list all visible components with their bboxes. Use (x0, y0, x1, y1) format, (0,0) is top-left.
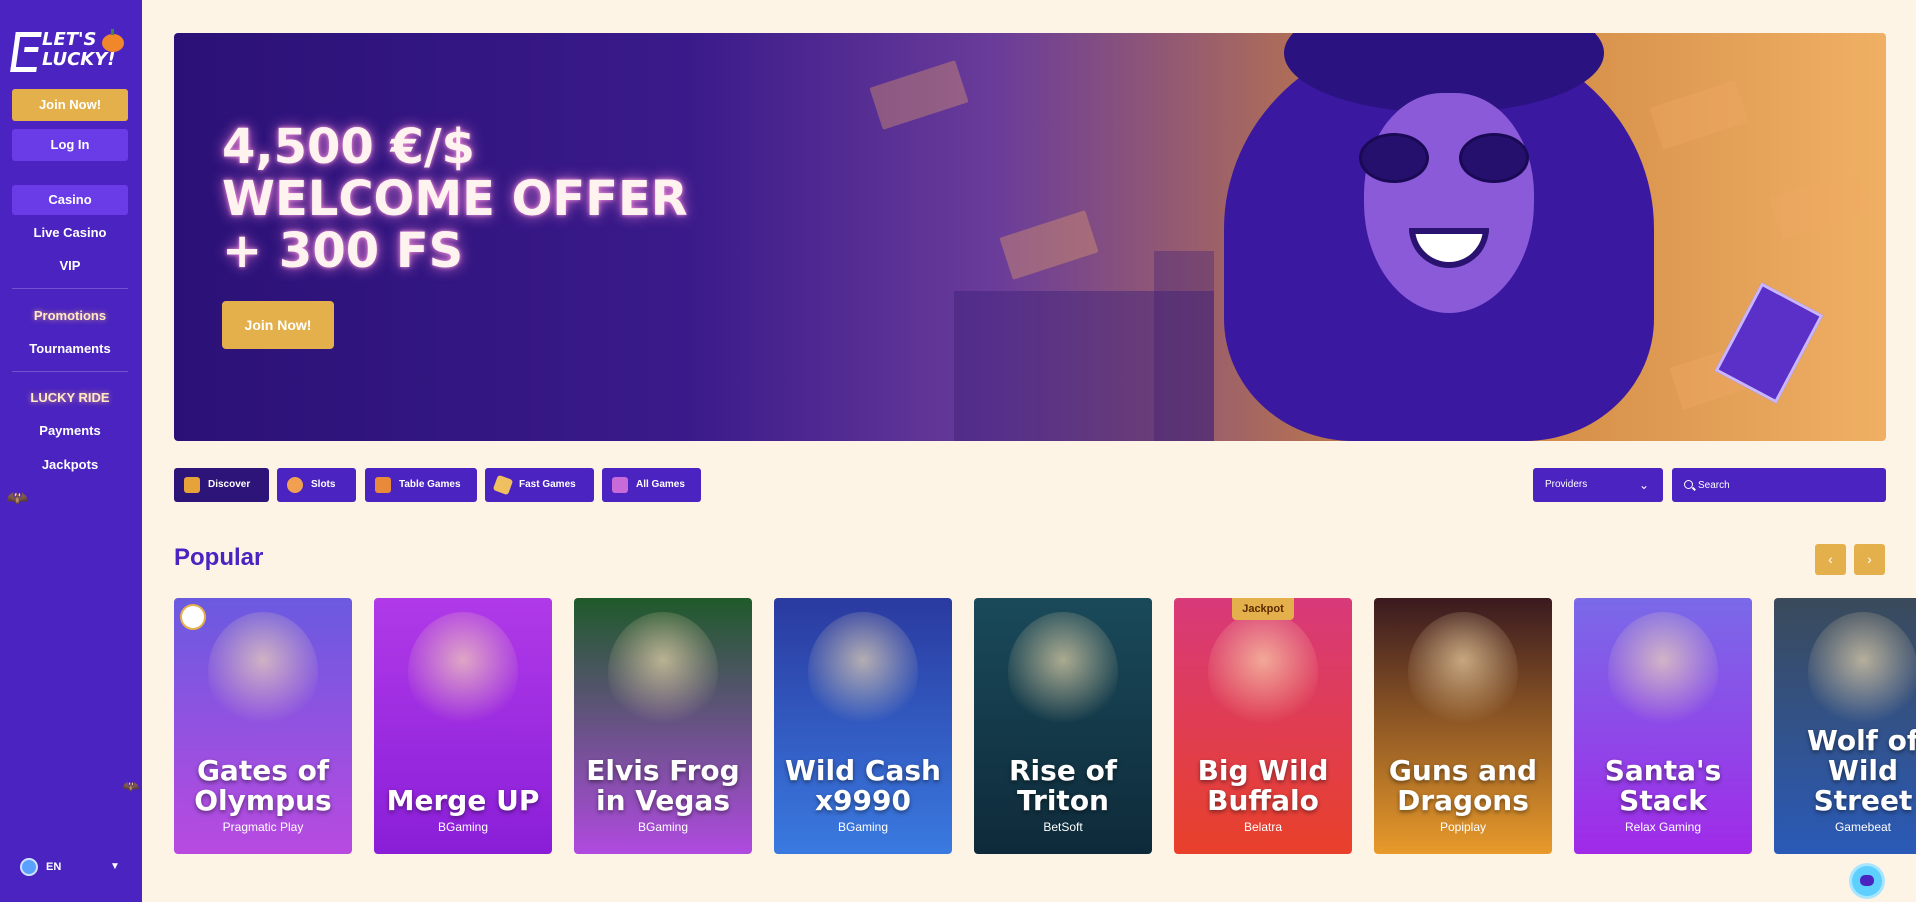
chevron-down-icon: ▼ (110, 861, 120, 872)
search-input[interactable] (1698, 468, 1878, 502)
sidebar-item-promotions[interactable]: Promotions (12, 301, 128, 331)
hero-join-now-button[interactable]: Join Now! (222, 301, 334, 349)
sidebar-divider (12, 288, 128, 289)
chevron-down-icon: ⌄ (1638, 478, 1649, 492)
game-card[interactable]: Merge UP BGaming (374, 598, 552, 854)
globe-icon (20, 858, 38, 876)
game-character-art (808, 612, 918, 732)
logo-mark-icon (10, 32, 42, 72)
banknote-decoration (999, 210, 1099, 280)
game-character-art (1408, 612, 1518, 732)
language-selector[interactable]: EN ▼ (20, 858, 120, 878)
sidebar-item-tournaments[interactable]: Tournaments (12, 334, 128, 364)
pumpkin-icon (102, 29, 124, 52)
banknote-decoration (869, 60, 969, 130)
game-title: Santa's Stack (1604, 754, 1722, 817)
sidebar-item-casino[interactable]: Casino (12, 185, 128, 215)
game-character-art (1808, 612, 1916, 732)
filter-discover[interactable]: Discover (174, 468, 269, 502)
hero-line-2: WELCOME OFFER (222, 171, 688, 227)
game-title: Rise of Triton (1009, 754, 1117, 817)
chat-support-button[interactable] (1852, 866, 1882, 896)
game-character-art (1208, 612, 1318, 732)
providers-dropdown[interactable]: Providers ⌄ (1533, 468, 1663, 502)
filter-slots[interactable]: Slots (277, 468, 356, 502)
sidebar: LET'S LUCKY! Join Now! Log In Casino Liv… (0, 0, 142, 902)
promo-badge-icon (180, 604, 206, 630)
game-title: Guns and Dragons (1388, 754, 1538, 817)
game-card[interactable]: Guns and Dragons Popiplay (1374, 598, 1552, 854)
game-card[interactable]: Rise of Triton BetSoft (974, 598, 1152, 854)
filter-label: Discover (208, 479, 251, 490)
table-games-icon (375, 477, 391, 493)
game-provider: Gamebeat (1834, 820, 1892, 834)
filter-label: All Games (636, 479, 685, 490)
game-character-art (408, 612, 518, 732)
all-games-icon (612, 477, 628, 493)
hero-headline: 4,500 €/$ WELCOME OFFER + 300 FS (222, 121, 688, 277)
discover-icon (184, 477, 200, 493)
game-provider: BGaming (637, 820, 689, 834)
hero-banner[interactable]: 4,500 €/$ WELCOME OFFER + 300 FS Join No… (174, 33, 1886, 441)
game-title: Big Wild Buffalo (1197, 754, 1329, 817)
game-provider: BGaming (437, 820, 489, 834)
game-card[interactable]: Santa's Stack Relax Gaming (1574, 598, 1752, 854)
filter-all-games[interactable]: All Games (602, 468, 701, 502)
sidebar-item-payments[interactable]: Payments (12, 416, 128, 446)
jackpot-badge: Jackpot (1232, 598, 1294, 620)
game-card[interactable]: Gates of Olympus Pragmatic Play (174, 598, 352, 854)
hero-line-3: + 300 FS (222, 223, 464, 279)
sunglasses-icon (1359, 133, 1539, 183)
filter-fast-games[interactable]: Fast Games (485, 468, 594, 502)
log-in-button[interactable]: Log In (12, 129, 128, 161)
banknote-decoration (1769, 170, 1869, 240)
game-provider: BGaming (837, 820, 889, 834)
join-now-button[interactable]: Join Now! (12, 89, 128, 121)
carousel-next-button[interactable]: › (1854, 544, 1885, 575)
language-code: EN (46, 861, 62, 873)
providers-label: Providers (1545, 479, 1588, 490)
sidebar-item-jackpots[interactable]: Jackpots (12, 450, 128, 480)
carousel-prev-button[interactable]: ‹ (1815, 544, 1846, 575)
hero-line-1: 4,500 €/$ (222, 119, 475, 175)
game-title: Merge UP (386, 784, 540, 817)
game-provider: Popiplay (1439, 820, 1487, 834)
game-card[interactable]: Wolf of Wild Street Gamebeat (1774, 598, 1916, 854)
slots-icon (287, 477, 303, 493)
banknote-decoration (1649, 80, 1749, 150)
sidebar-item-vip[interactable]: VIP (12, 251, 128, 281)
game-character-art (208, 612, 318, 732)
filter-label: Table Games (399, 479, 461, 490)
game-provider: Relax Gaming (1624, 820, 1702, 834)
game-provider: Pragmatic Play (222, 820, 304, 834)
game-provider: Belatra (1243, 820, 1283, 834)
game-title: Gates of Olympus (194, 754, 332, 817)
game-card[interactable]: Elvis Frog in Vegas BGaming (574, 598, 752, 854)
game-title: Wolf of Wild Street (1806, 724, 1916, 817)
game-provider: BetSoft (1043, 820, 1083, 834)
sidebar-item-lucky-ride[interactable]: LUCKY RIDE (12, 383, 128, 413)
game-card[interactable]: Wild Cash x9990 BGaming (774, 598, 952, 854)
search-icon (1684, 480, 1693, 489)
sidebar-item-live-casino[interactable]: Live Casino (12, 218, 128, 248)
bat-icon: 🦇 (6, 488, 29, 508)
game-character-art (1608, 612, 1718, 732)
bat-icon: 🦇 (122, 778, 140, 794)
logo[interactable]: LET'S LUCKY! (10, 26, 130, 80)
section-title-popular: Popular (174, 544, 264, 571)
sidebar-divider (12, 371, 128, 372)
game-title: Elvis Frog in Vegas (586, 754, 740, 817)
fast-games-icon (492, 474, 514, 496)
game-card[interactable]: Jackpot Big Wild Buffalo Belatra (1174, 598, 1352, 854)
hero-face (1364, 93, 1534, 313)
game-character-art (608, 612, 718, 732)
search-box[interactable] (1672, 468, 1886, 502)
game-title: Wild Cash x9990 (785, 754, 941, 817)
filter-table-games[interactable]: Table Games (365, 468, 477, 502)
game-character-art (1008, 612, 1118, 732)
logo-text: LET'S LUCKY! (42, 29, 116, 70)
filter-label: Fast Games (519, 479, 576, 490)
city-skyline (1154, 251, 1214, 441)
filter-label: Slots (311, 479, 336, 490)
